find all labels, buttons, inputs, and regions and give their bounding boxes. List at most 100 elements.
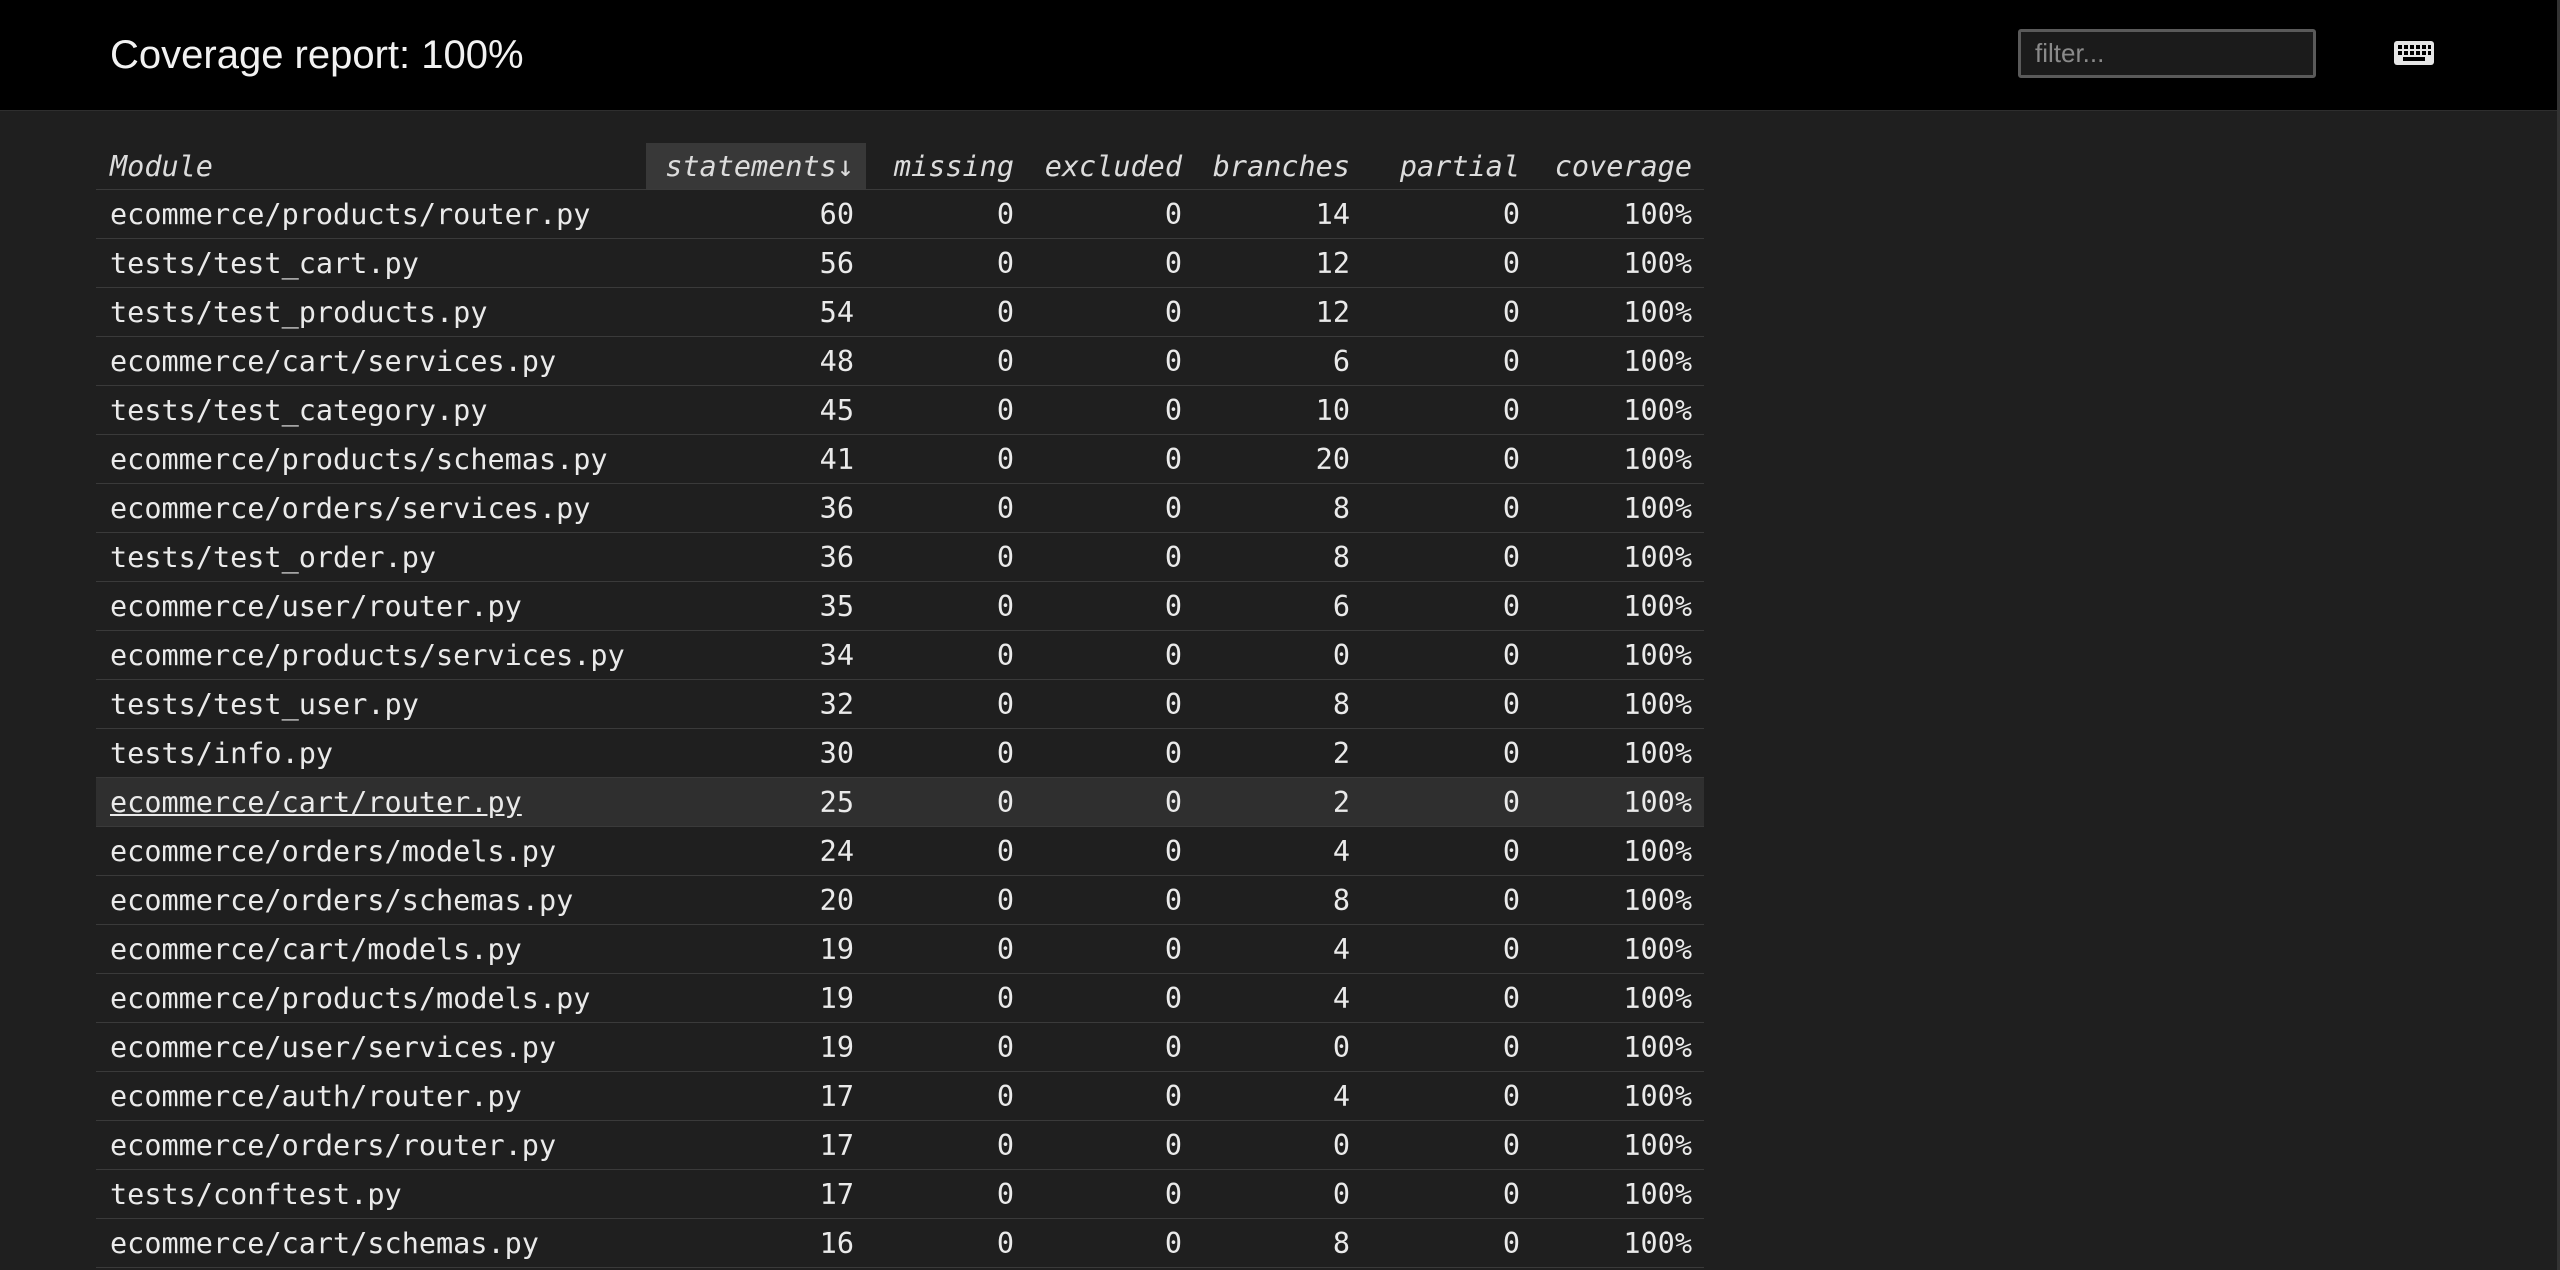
module-link[interactable]: ecommerce/cart/models.py: [110, 933, 522, 966]
statements-cell: 16: [646, 1218, 866, 1268]
coverage-cell: 100%: [1532, 1169, 1704, 1219]
missing-cell: 0: [866, 238, 1026, 288]
statements-cell: 17: [646, 1071, 866, 1121]
module-link[interactable]: ecommerce/products/schemas.py: [110, 443, 608, 476]
coverage-cell: 100%: [1532, 1120, 1704, 1170]
coverage-table: Module statements↓ missing excluded bran…: [96, 143, 1704, 1268]
coverage-cell: 100%: [1532, 1071, 1704, 1121]
module-link[interactable]: tests/conftest.py: [110, 1178, 402, 1211]
module-cell: tests/test_products.py: [96, 287, 646, 337]
statements-cell: 19: [646, 924, 866, 974]
partial-cell: 0: [1362, 630, 1532, 680]
module-link[interactable]: ecommerce/products/services.py: [110, 639, 625, 672]
module-link[interactable]: tests/test_products.py: [110, 296, 488, 329]
partial-cell: 0: [1362, 826, 1532, 876]
partial-cell: 0: [1362, 1071, 1532, 1121]
coverage-cell: 100%: [1532, 581, 1704, 631]
partial-cell: 0: [1362, 532, 1532, 582]
table-row[interactable]: ecommerce/products/models.py 19 0 0 4 0 100%: [96, 973, 1704, 1023]
table-row[interactable]: ecommerce/products/schemas.py 41 0 0 20 0 100%: [96, 434, 1704, 484]
module-link[interactable]: tests/test_category.py: [110, 394, 488, 427]
partial-cell: 0: [1362, 1120, 1532, 1170]
table-row[interactable]: ecommerce/products/services.py 34 0 0 0 0 100%: [96, 630, 1704, 680]
missing-cell: 0: [866, 1120, 1026, 1170]
table-row[interactable]: ecommerce/orders/models.py 24 0 0 4 0 100%: [96, 826, 1704, 876]
module-link[interactable]: tests/test_cart.py: [110, 247, 419, 280]
table-row[interactable]: ecommerce/orders/router.py 17 0 0 0 0 100%: [96, 1120, 1704, 1170]
module-link[interactable]: tests/info.py: [110, 737, 333, 770]
module-link[interactable]: ecommerce/orders/services.py: [110, 492, 590, 525]
module-link[interactable]: ecommerce/auth/router.py: [110, 1080, 522, 1113]
module-link[interactable]: ecommerce/orders/router.py: [110, 1129, 556, 1162]
statements-cell: 48: [646, 336, 866, 386]
partial-cell: 0: [1362, 973, 1532, 1023]
column-header-module[interactable]: Module: [96, 143, 646, 190]
branches-cell: 2: [1194, 777, 1362, 827]
statements-cell: 60: [646, 189, 866, 239]
coverage-cell: 100%: [1532, 973, 1704, 1023]
keyboard-icon[interactable]: [2393, 40, 2435, 66]
partial-cell: 0: [1362, 728, 1532, 778]
table-row[interactable]: tests/test_products.py 54 0 0 12 0 100%: [96, 287, 1704, 337]
statements-cell: 20: [646, 875, 866, 925]
table-row[interactable]: ecommerce/cart/router.py 25 0 0 2 0 100%: [96, 777, 1704, 827]
module-link[interactable]: tests/test_user.py: [110, 688, 419, 721]
module-link[interactable]: ecommerce/user/services.py: [110, 1031, 556, 1064]
missing-cell: 0: [866, 189, 1026, 239]
module-link[interactable]: ecommerce/orders/models.py: [110, 835, 556, 868]
coverage-cell: 100%: [1532, 336, 1704, 386]
branches-cell: 4: [1194, 973, 1362, 1023]
coverage-cell: 100%: [1532, 532, 1704, 582]
statements-cell: 19: [646, 1022, 866, 1072]
branches-cell: 4: [1194, 826, 1362, 876]
table-row[interactable]: ecommerce/user/router.py 35 0 0 6 0 100%: [96, 581, 1704, 631]
table-row[interactable]: ecommerce/products/router.py 60 0 0 14 0 100%: [96, 189, 1704, 239]
excluded-cell: 0: [1026, 238, 1194, 288]
table-row[interactable]: tests/test_category.py 45 0 0 10 0 100%: [96, 385, 1704, 435]
table-row[interactable]: tests/test_user.py 32 0 0 8 0 100%: [96, 679, 1704, 729]
table-row[interactable]: ecommerce/orders/schemas.py 20 0 0 8 0 100%: [96, 875, 1704, 925]
column-header-coverage[interactable]: coverage: [1532, 143, 1704, 190]
table-row[interactable]: tests/info.py 30 0 0 2 0 100%: [96, 728, 1704, 778]
filter-input[interactable]: [2018, 29, 2316, 78]
column-header-excluded[interactable]: excluded: [1026, 143, 1194, 190]
statements-cell: 24: [646, 826, 866, 876]
column-header-statements[interactable]: statements↓: [646, 143, 866, 190]
module-cell: ecommerce/auth/router.py: [96, 1071, 646, 1121]
table-row[interactable]: ecommerce/cart/models.py 19 0 0 4 0 100%: [96, 924, 1704, 974]
branches-cell: 14: [1194, 189, 1362, 239]
module-link[interactable]: ecommerce/products/models.py: [110, 982, 590, 1015]
module-link[interactable]: ecommerce/cart/schemas.py: [110, 1227, 539, 1260]
table-row[interactable]: ecommerce/cart/services.py 48 0 0 6 0 100%: [96, 336, 1704, 386]
excluded-cell: 0: [1026, 777, 1194, 827]
module-link[interactable]: ecommerce/cart/services.py: [110, 345, 556, 378]
column-header-missing[interactable]: missing: [866, 143, 1026, 190]
table-row[interactable]: tests/conftest.py 17 0 0 0 0 100%: [96, 1169, 1704, 1219]
coverage-cell: 100%: [1532, 189, 1704, 239]
table-row[interactable]: ecommerce/auth/router.py 17 0 0 4 0 100%: [96, 1071, 1704, 1121]
excluded-cell: 0: [1026, 1218, 1194, 1268]
table-row[interactable]: tests/test_cart.py 56 0 0 12 0 100%: [96, 238, 1704, 288]
table-row[interactable]: ecommerce/user/services.py 19 0 0 0 0 100%: [96, 1022, 1704, 1072]
table-row[interactable]: tests/test_order.py 36 0 0 8 0 100%: [96, 532, 1704, 582]
missing-cell: 0: [866, 434, 1026, 484]
module-link[interactable]: tests/test_order.py: [110, 541, 436, 574]
module-cell: tests/info.py: [96, 728, 646, 778]
excluded-cell: 0: [1026, 1022, 1194, 1072]
column-header-branches[interactable]: branches: [1194, 143, 1362, 190]
module-link[interactable]: ecommerce/products/router.py: [110, 198, 590, 231]
table-row[interactable]: ecommerce/cart/schemas.py 16 0 0 8 0 100%: [96, 1218, 1704, 1268]
module-link[interactable]: ecommerce/cart/router.py: [110, 786, 522, 819]
module-cell: ecommerce/orders/schemas.py: [96, 875, 646, 925]
table-row[interactable]: ecommerce/orders/services.py 36 0 0 8 0 100%: [96, 483, 1704, 533]
partial-cell: 0: [1362, 1169, 1532, 1219]
branches-cell: 6: [1194, 581, 1362, 631]
missing-cell: 0: [866, 875, 1026, 925]
sort-descending-icon: ↓: [836, 149, 854, 183]
column-header-partial[interactable]: partial: [1362, 143, 1532, 190]
module-link[interactable]: ecommerce/orders/schemas.py: [110, 884, 573, 917]
missing-cell: 0: [866, 1169, 1026, 1219]
module-link[interactable]: ecommerce/user/router.py: [110, 590, 522, 623]
missing-cell: 0: [866, 483, 1026, 533]
statements-cell: 56: [646, 238, 866, 288]
